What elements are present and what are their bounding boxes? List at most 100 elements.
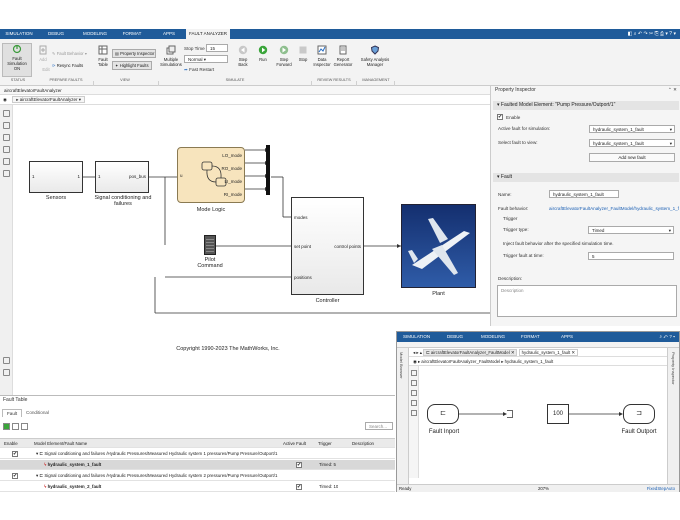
table-row[interactable]: ✔ ▾ ⊏ Signal conditioning and failures /… [0,471,395,481]
fault-name-input[interactable]: hydraulic_system_1_fault [549,190,619,198]
zoom-in-icon[interactable] [2,110,10,117]
fm-quick-icons[interactable]: ⌕ ↶ ? ▾ [660,334,675,339]
tab-fault-analyzer[interactable]: FAULT ANALYZER [186,29,230,39]
stop-time-input[interactable]: 15 [206,44,228,52]
fm-canvas[interactable]: ⊏ Fault Inport 100 ⊐ Fault Outport [419,366,667,478]
table-row[interactable]: ✔ ▾ ⊏ Signal conditioning and failures /… [0,449,395,459]
fault-model-tab-bar: SIMULATION DEBUG MODELING FORMAT APPS ⌕ … [397,332,679,342]
tab-simulation[interactable]: SIMULATION [2,29,36,39]
fault-section[interactable]: ▾ Fault [493,173,679,182]
fm-tab-fault[interactable]: hydraulic_system_1_fault ✕ [518,349,578,356]
row-active-checkbox[interactable]: ✔ [296,462,302,468]
table-row[interactable]: ϟ hydraulic_system_1_fault ✔ Timed: 5 [0,460,395,470]
run-button[interactable]: Run [255,45,271,62]
trigger-time-input[interactable]: 5 [588,252,674,260]
tab-debug[interactable]: DEBUG [42,29,70,39]
add-new-fault-button[interactable]: Add new fault [589,153,675,162]
edit-fault-button[interactable]: Edit [40,67,52,72]
inspector-close-icon[interactable]: ⌃ ✕ [668,87,677,93]
fm-arrow-icon[interactable] [410,390,417,396]
tab-apps[interactable]: APPS [156,29,182,39]
enable-checkbox[interactable]: ✔ [497,114,503,120]
select-fault-select[interactable]: hydraulic_system_1_fault ▾ [589,139,675,147]
tab-conditional[interactable]: Conditional [22,409,53,416]
trigger-type-select[interactable]: Timed ▾ [588,226,674,234]
quick-access-icons[interactable]: ◧ ⌕ ↶ ↷ ✂ ⎘ ⎙ ▾ ? ▾ [628,31,676,37]
enable-all-icon[interactable] [3,423,10,430]
copyright-text: Copyright 1990-2023 The MathWorks, Inc. [176,346,280,352]
add-fault-button[interactable]: Add [36,45,50,62]
image-icon[interactable] [2,158,10,165]
safety-analysis-manager-button[interactable]: Safety Analysis Manager [358,45,392,67]
fault-table-button[interactable]: Fault Table [96,45,110,67]
expand-icon[interactable] [12,423,19,430]
plant-block[interactable] [401,204,476,288]
fast-restart-button[interactable]: ➦ Fast Restart [184,67,214,73]
fault-simulation-toggle[interactable]: Fault Simulation ON [2,43,32,77]
fault-behavior-link[interactable]: aircraftElevatorFaultAnalyzer_FaultModel… [549,206,679,211]
checkbox-icon[interactable] [2,170,10,177]
fm-zoom-icon[interactable] [410,370,417,376]
fault-table-label: Fault Table [97,57,108,67]
fit-view-icon[interactable] [2,122,10,129]
fm-tab-modeling[interactable]: MODELING [481,334,505,339]
table-row[interactable]: ϟ hydraulic_system_2_fault ✔ Timed: 10 [0,482,395,492]
signal-conditioning-block[interactable]: 1 pos_bus [95,161,149,193]
fault-table-search[interactable]: Search... [365,422,393,430]
tab-fault[interactable]: Fault [2,409,23,417]
faulted-element-section[interactable]: ▾ Faulted Model Element: "Pump Pressure/… [493,101,679,110]
fm-tab-model[interactable]: ⊏ aircraftElevatorFaultAnalyzer_FaultMod… [423,349,518,356]
fault-inport-block[interactable]: ⊏ [427,404,459,424]
controller-block[interactable]: modes set point positions control points [291,197,364,295]
model-browser-strip[interactable]: Model Browser [397,348,409,486]
fm-fit-icon[interactable] [410,380,417,386]
header-active[interactable]: Active Fault [283,439,306,449]
data-inspector-button[interactable]: Data Inspector [312,45,332,67]
breadcrumb-item[interactable]: ▸ aircraftElevatorFaultAnalyzer ▾ [12,96,86,103]
active-fault-select[interactable]: hydraulic_system_1_fault ▾ [589,125,675,133]
fm-breadcrumb-root[interactable]: aircraftElevatorFaultAnalyzer_FaultModel [421,359,500,364]
row-enable-checkbox[interactable]: ✔ [12,451,18,457]
collapse-icon[interactable] [2,369,10,376]
constant-block[interactable]: 100 [547,404,569,424]
header-trigger[interactable]: Trigger [318,439,332,449]
resync-faults-button[interactable]: ⟳ Resync Faults [52,63,90,68]
fm-tab-debug[interactable]: DEBUG [447,334,463,339]
terminator-block[interactable] [507,410,513,418]
row-active-checkbox[interactable]: ✔ [296,484,302,490]
filter-icon[interactable] [21,423,28,430]
tab-format[interactable]: FORMAT [118,29,146,39]
fm-tab-apps[interactable]: APPS [561,334,573,339]
header-element[interactable]: Model Element/Fault Name [34,439,87,449]
fm-breadcrumb-leaf[interactable]: hydraulic_system_1_fault [505,359,554,364]
highlight-faults-button[interactable]: ✦ Highlight Faults [112,61,152,70]
step-forward-button[interactable]: Step Forward [274,45,294,67]
fm-tab-simulation[interactable]: SIMULATION [403,334,430,339]
pilot-command-block[interactable] [204,235,216,255]
header-enable[interactable]: Enable [4,439,18,449]
description-textarea[interactable]: Description [497,285,677,317]
stop-button[interactable]: Stop [296,45,310,62]
fm-inspector-strip[interactable]: Property Inspector [667,348,679,486]
property-inspector-button[interactable]: ▤ Property Inspector [112,49,156,58]
area-icon[interactable] [2,357,10,364]
report-generator-button[interactable]: Report Generator [332,45,354,67]
sensors-block[interactable]: 1 1 [29,161,83,193]
annotation-icon[interactable] [2,146,10,153]
fault-outport-block[interactable]: ⊐ [623,404,655,424]
mode-logic-block[interactable]: LO_mode RO_mode LI_mode RI_mode u [177,147,245,203]
header-description[interactable]: Description [352,439,374,449]
row-enable-checkbox[interactable]: ✔ [12,473,18,479]
tab-modeling[interactable]: MODELING [80,29,110,39]
status-solver[interactable]: FixedStepAuto [647,485,675,492]
model-nav-icon[interactable]: ◉ [3,97,7,102]
fm-image-icon[interactable] [410,410,417,416]
fault-behavior-button[interactable]: ✎ Fault Behavior ▾ [52,51,90,56]
sim-mode-select[interactable]: Normal ▾ [184,55,228,63]
multiple-simulations-button[interactable]: Multiple Simulations [160,45,182,67]
arrow-icon[interactable] [2,134,10,141]
fm-tab-format[interactable]: FORMAT [521,334,540,339]
step-back-button[interactable]: Step Back [234,45,252,67]
fm-annotation-icon[interactable] [410,400,417,406]
model-canvas[interactable]: 1 1 Sensors 1 pos_bus Signal conditionin… [13,105,490,352]
